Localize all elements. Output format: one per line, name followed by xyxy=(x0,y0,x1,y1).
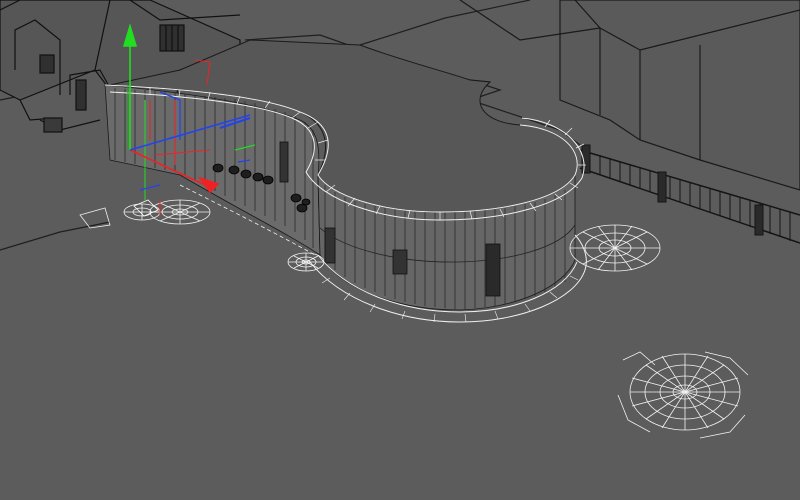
3d-viewport[interactable] xyxy=(0,0,800,500)
